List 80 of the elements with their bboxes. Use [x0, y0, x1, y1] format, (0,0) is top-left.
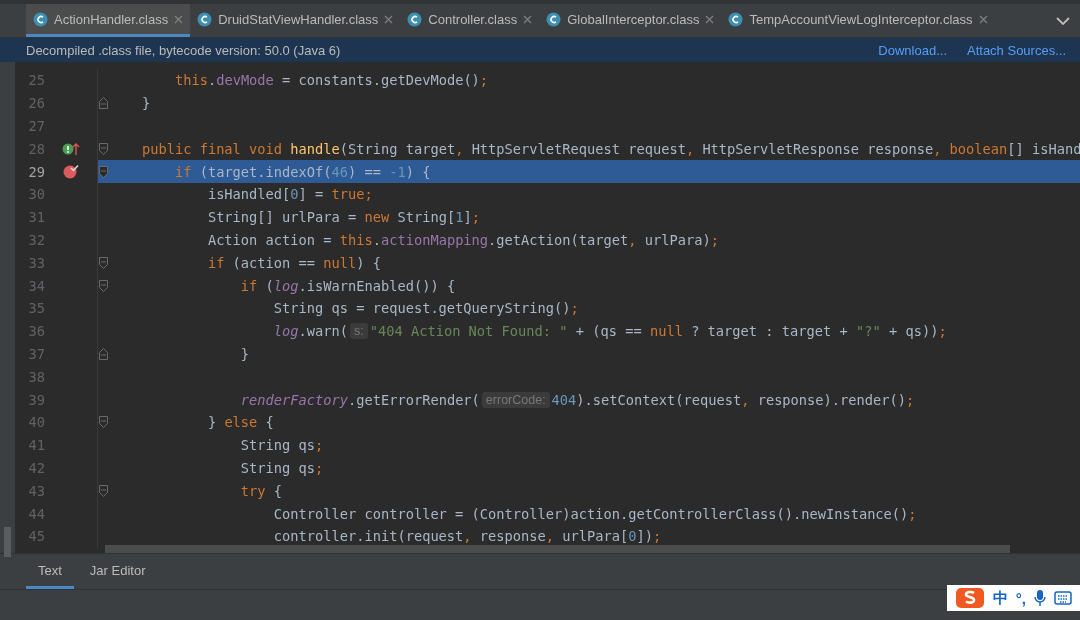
class-icon	[728, 11, 744, 27]
code-text: } else {	[207, 414, 274, 431]
fold-marker-icon[interactable]	[98, 97, 108, 110]
code-text: }	[141, 95, 151, 112]
line-number: 26	[27, 95, 45, 112]
code-text: try {	[240, 482, 283, 499]
line-number: 39	[27, 391, 45, 408]
code-text: public final void handle(String target, HttpServletRequest request, HttpServletResponse response, boolean[] isHand	[141, 140, 1080, 157]
microphone-icon[interactable]	[1034, 589, 1046, 607]
close-icon[interactable]	[384, 14, 394, 24]
decompiled-notice: Decompiled .class file, bytecode version: 50.0 (Java 6)	[26, 42, 342, 58]
line-number: 28	[27, 140, 45, 157]
line-number: 34	[27, 277, 45, 294]
ime-label[interactable]: 中	[992, 588, 1008, 608]
implements-icon[interactable]	[62, 141, 80, 156]
class-icon	[197, 11, 213, 27]
code-text: String qs = request.getQueryString();	[273, 300, 579, 317]
editor-tab[interactable]: Controller.class	[400, 4, 540, 37]
line-number: 31	[27, 209, 45, 226]
banner-link[interactable]: Download...	[878, 42, 947, 58]
code-text: if (target.indexOf(46) == -1) {	[174, 163, 431, 180]
line-number: 27	[27, 118, 45, 134]
code-text: }	[240, 345, 250, 362]
close-icon[interactable]	[174, 14, 184, 24]
line-number: 43	[27, 482, 45, 499]
close-icon[interactable]	[705, 14, 715, 24]
ime-label[interactable]: °,	[1015, 589, 1026, 607]
editor-tab[interactable]: TempAccountViewLogInterceptor.class	[721, 4, 995, 37]
sogou-icon[interactable]	[954, 587, 985, 609]
code-text: Controller controller = (Controller)action.getControllerClass().newInstance();	[273, 505, 917, 522]
close-icon[interactable]	[978, 14, 988, 24]
code-text: isHandled[0] = true;	[207, 186, 373, 203]
line-number: 38	[27, 368, 45, 385]
code-text: String qs;	[240, 437, 324, 454]
code-text: log.warn(	[273, 323, 348, 340]
code-text: String qs;	[240, 459, 324, 476]
code-text: renderFactory.getErrorRender(	[240, 391, 480, 408]
line-number: 40	[27, 414, 45, 431]
code-text: if (log.isWarnEnabled()) {	[240, 277, 456, 294]
fold-marker-icon[interactable]	[98, 165, 108, 178]
code-text: String[] urlPara = new String[1];	[207, 209, 480, 226]
code-text: 404).setContext(request, response).render();	[551, 391, 915, 408]
banner-link[interactable]: Attach Sources...	[967, 42, 1066, 58]
view-tab[interactable]: Jar Editor	[77, 554, 158, 589]
scrollbar[interactable]	[105, 545, 1010, 553]
editor-tab[interactable]: ActionHandler.class	[26, 4, 191, 37]
chevron-down-icon[interactable]	[1056, 15, 1070, 26]
line-number: 36	[27, 323, 45, 340]
close-icon[interactable]	[523, 14, 533, 24]
line-number: 45	[27, 528, 45, 545]
fold-marker-icon[interactable]	[98, 484, 108, 497]
fold-marker-icon[interactable]	[98, 347, 108, 360]
code-text: Action action = this.actionMapping.getAction(target, urlPara);	[207, 231, 719, 248]
fold-marker-icon[interactable]	[98, 256, 108, 269]
editor-tab[interactable]: GlobalInterceptor.class	[539, 4, 722, 37]
line-number: 30	[27, 186, 45, 203]
code-text: this.devMode = constants.getDevMode();	[174, 72, 489, 89]
code-text: if (action == null) {	[207, 254, 381, 271]
line-number: 32	[27, 231, 45, 248]
line-number: 25	[27, 72, 45, 89]
parameter-hint: errorCode:	[481, 391, 550, 408]
class-icon	[546, 11, 562, 27]
line-number: 35	[27, 300, 45, 317]
code-text: controller.init(request, response, urlPara[0]);	[273, 528, 662, 545]
editor-tab[interactable]: DruidStatViewHandler.class	[190, 4, 401, 37]
breakpoint-icon[interactable]	[63, 164, 79, 180]
class-icon	[407, 11, 423, 27]
scrollbar-thumb[interactable]	[4, 527, 11, 557]
line-number: 44	[27, 505, 45, 522]
code-text: "404 Action Not Found: " + (qs == null ? target : target + "?" + qs));	[369, 323, 947, 340]
fold-marker-icon[interactable]	[98, 279, 108, 292]
fold-marker-icon[interactable]	[98, 416, 108, 429]
line-number: 42	[27, 459, 45, 476]
line-number: 37	[27, 345, 45, 362]
line-number: 29	[27, 163, 45, 180]
keyboard-icon[interactable]	[1054, 591, 1072, 605]
line-number: 41	[27, 437, 45, 454]
class-icon	[33, 11, 48, 27]
line-number: 33	[27, 254, 45, 271]
fold-marker-icon[interactable]	[98, 142, 108, 155]
